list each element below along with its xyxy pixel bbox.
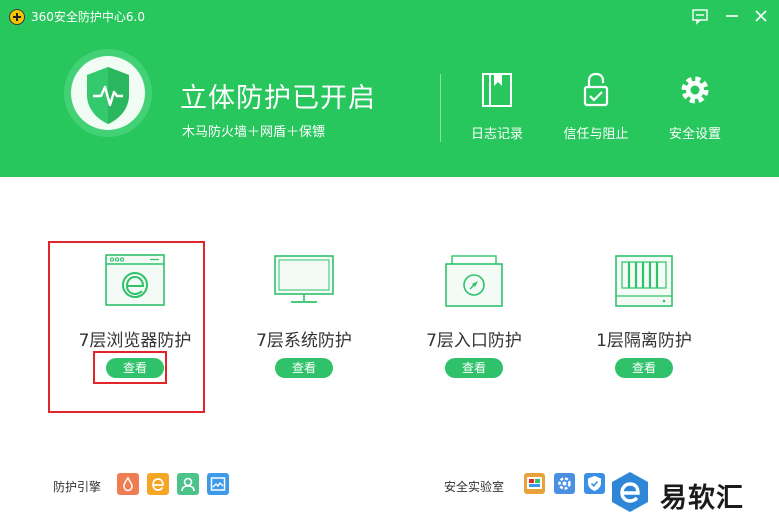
entry-protection-card: 7层入口防护 查看 <box>389 240 559 400</box>
watermark-logo-icon <box>612 472 648 512</box>
security-settings-label: 安全设置 <box>668 127 721 142</box>
watermark-text: 易软汇 <box>660 483 744 514</box>
browser-icon <box>105 254 165 306</box>
isolation-protection-view-button[interactable]: 查看 <box>615 358 673 378</box>
isolation-protection-card: 1层隔离防护 查看 <box>559 240 729 400</box>
lab-3-icon[interactable] <box>584 473 605 494</box>
title-bar: 360安全防护中心6.0 <box>0 0 779 32</box>
engine-1-icon[interactable] <box>117 473 139 495</box>
system-protection-label: 7层系统防护 <box>256 331 352 351</box>
lab-1-icon[interactable] <box>524 473 545 494</box>
isolation-protection-label: 1层隔离防护 <box>596 331 692 351</box>
trust-block-label: 信任与阻止 <box>563 127 629 142</box>
protection-status-subtitle: 木马防火墙＋网盾＋保镖 <box>182 125 326 140</box>
engine-3-icon[interactable] <box>177 473 199 495</box>
protection-engine-label: 防护引擎 <box>53 480 102 494</box>
monitor-icon <box>274 255 334 303</box>
security-lab-label: 安全实验室 <box>444 480 505 494</box>
app-title: 360安全防护中心6.0 <box>31 10 145 24</box>
trust-block-button[interactable]: 信任与阻止 <box>551 70 641 150</box>
browser-protection-card: 7层浏览器防护 查看 <box>50 240 220 400</box>
protection-status-title: 立体防护已开启 <box>180 83 376 114</box>
close-icon[interactable] <box>751 6 771 26</box>
minimize-icon[interactable] <box>722 6 742 26</box>
gear-icon <box>681 76 709 104</box>
shield-status-icon <box>63 47 153 147</box>
isolation-icon <box>615 255 673 307</box>
security-settings-button[interactable]: 安全设置 <box>650 70 740 150</box>
entry-protection-view-button[interactable]: 查看 <box>445 358 503 378</box>
feedback-icon[interactable] <box>690 6 710 26</box>
system-protection-card: 7层系统防护 查看 <box>219 240 389 400</box>
app-logo-icon <box>9 9 25 25</box>
browser-protection-view-button[interactable]: 查看 <box>106 358 164 378</box>
entry-icon <box>445 255 503 307</box>
engine-2-icon[interactable] <box>147 473 169 495</box>
system-protection-view-button[interactable]: 查看 <box>275 358 333 378</box>
browser-protection-label: 7层浏览器防护 <box>78 331 192 351</box>
header-divider <box>440 74 441 142</box>
engine-4-icon[interactable] <box>207 473 229 495</box>
log-book-icon <box>482 73 512 107</box>
lab-2-icon[interactable] <box>554 473 575 494</box>
log-records-button[interactable]: 日志记录 <box>452 70 542 150</box>
entry-protection-label: 7层入口防护 <box>426 331 522 351</box>
lock-icon <box>583 72 609 107</box>
log-records-label: 日志记录 <box>470 127 523 142</box>
watermark: 易软汇 <box>608 470 778 514</box>
header-banner: 360安全防护中心6.0 立体防护已开启 木马防火墙＋网盾＋保镖 日志记录 信任… <box>0 0 779 177</box>
